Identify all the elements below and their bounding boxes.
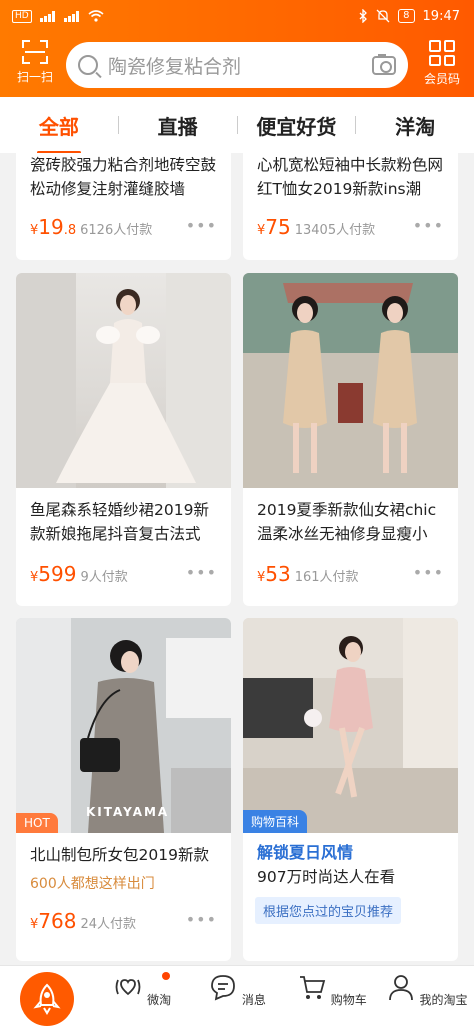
more-options-icon[interactable]: ••• [186,563,217,582]
sold-count: 13405人付款 [294,223,376,238]
price-row: ¥75 13405人付款 ••• [243,215,458,239]
product-image: KITAYAMA HOT [16,618,231,833]
wiki-subtitle: 907万时尚达人在看 [257,868,396,886]
rocket-icon [20,972,75,1026]
qr-grid-icon [429,40,455,66]
nav-message[interactable]: 消息 [190,966,285,1028]
nav-label: 消息 [241,993,266,1007]
product-card[interactable]: 鱼尾森系轻婚纱裙2019新款新娘拖尾抖音复古法式 ¥599 9人付款 ••• [16,273,231,606]
status-time: 19:47 [422,8,460,24]
wifi-icon [88,10,104,22]
product-card[interactable]: 2019夏季新款仙女裙chic温柔冰丝无袖修身显瘦小 ¥53 161人付款 ••… [243,273,458,606]
app-header: HD 8 19:47 扫一扫 陶瓷修复粘合剂 会员码 [0,0,474,97]
nav-profile[interactable]: 我的淘宝 [379,966,474,1028]
nav-cart[interactable]: 购物车 [284,966,379,1028]
price-row: ¥599 9人付款 ••• [16,562,231,586]
product-card[interactable]: 心机宽松短袖中长款粉色网红T恤女2019新款ins潮 ¥75 13405人付款 … [243,153,458,260]
product-title: 北山制包所女包2019新款 [30,846,209,864]
product-price: ¥599 [30,562,77,586]
wiki-title: 解锁夏日风情 [257,843,354,862]
status-bar: HD 8 19:47 [0,0,474,32]
more-options-icon[interactable]: ••• [186,910,217,929]
mute-icon [376,9,390,23]
twin-dress-illustration [243,273,458,488]
bottom-nav: 微淘 消息 购物车 我的淘宝 [0,965,474,1028]
sold-count: 6126人付款 [80,223,153,238]
member-code-button[interactable]: 会员码 [420,40,464,87]
tab-live[interactable]: 直播 [119,111,237,140]
bluetooth-icon [359,9,368,23]
product-card[interactable]: 瓷砖胶强力粘合剂地砖空鼓松动修复注射灌缝胶墙 ¥19.8 6126人付款 ••• [16,153,231,260]
product-subtitle: 600人都想这样出门 [30,876,155,892]
battery-indicator: 8 [398,9,415,23]
tab-all[interactable]: 全部 [0,111,118,140]
price-row: ¥768 24人付款 ••• [16,909,231,933]
weitao-icon [115,979,141,996]
scan-label: 扫一扫 [16,70,53,84]
product-title: 瓷砖胶强力粘合剂地砖空鼓松动修复注射灌缝胶墙 [30,156,217,198]
tab-deals[interactable]: 便宜好货 [238,111,356,140]
category-tabs: 全部 直播 便宜好货 洋淘 [0,97,474,153]
bag-model-illustration [16,618,231,833]
nav-home[interactable] [0,966,95,1028]
brand-watermark: KITAYAMA [86,805,170,819]
product-feed: 瓷砖胶强力粘合剂地砖空鼓松动修复注射灌缝胶墙 ¥19.8 6126人付款 •••… [0,153,474,965]
more-options-icon[interactable]: ••• [186,216,217,235]
search-input[interactable]: 陶瓷修复粘合剂 [108,52,372,79]
sold-count: 161人付款 [294,570,359,585]
summer-dress-illustration [243,618,458,833]
member-code-label: 会员码 [423,72,460,86]
nav-weitao[interactable]: 微淘 [95,966,190,1028]
product-price: ¥768 [30,909,77,933]
tab-overseas[interactable]: 洋淘 [356,111,474,140]
search-icon [78,55,98,75]
message-icon [211,975,235,1001]
product-card[interactable]: KITAYAMA HOT 北山制包所女包2019新款 600人都想这样出门 ¥7… [16,618,231,961]
nav-label: 购物车 [330,993,367,1007]
product-title: 心机宽松短袖中长款粉色网红T恤女2019新款ins潮 [257,156,444,198]
sold-count: 9人付款 [80,570,128,585]
notification-dot [161,972,170,980]
cart-icon [299,976,326,999]
scan-button[interactable]: 扫一扫 [12,40,58,85]
signal-icon-2 [63,10,80,22]
hot-badge: HOT [16,813,58,833]
more-options-icon[interactable]: ••• [413,216,444,235]
nav-label: 我的淘宝 [419,993,468,1007]
price-row: ¥53 161人付款 ••• [243,562,458,586]
product-image [243,273,458,488]
product-price: ¥75 [257,215,291,239]
wiki-card[interactable]: 购物百科 解锁夏日风情 907万时尚达人在看 根据您点过的宝贝推荐 [243,618,458,961]
search-bar[interactable]: 陶瓷修复粘合剂 [66,42,408,88]
scan-icon [22,40,48,64]
wiki-badge: 购物百科 [243,810,308,833]
price-row: ¥19.8 6126人付款 ••• [16,215,231,239]
user-icon [388,975,413,1001]
sold-count: 24人付款 [80,917,137,932]
wedding-dress-illustration [16,273,231,488]
recommend-tag[interactable]: 根据您点过的宝贝推荐 [255,897,402,924]
product-title: 鱼尾森系轻婚纱裙2019新款新娘拖尾抖音复古法式 [30,501,209,543]
product-image [16,273,231,488]
product-title: 2019夏季新款仙女裙chic温柔冰丝无袖修身显瘦小 [257,501,437,543]
hd-badge: HD [12,9,32,23]
wiki-image: 购物百科 [243,618,458,833]
camera-icon[interactable] [372,53,396,75]
product-price: ¥19.8 [30,215,77,239]
more-options-icon[interactable]: ••• [413,563,444,582]
signal-icon [39,10,56,22]
product-price: ¥53 [257,562,291,586]
nav-label: 微淘 [147,993,172,1007]
